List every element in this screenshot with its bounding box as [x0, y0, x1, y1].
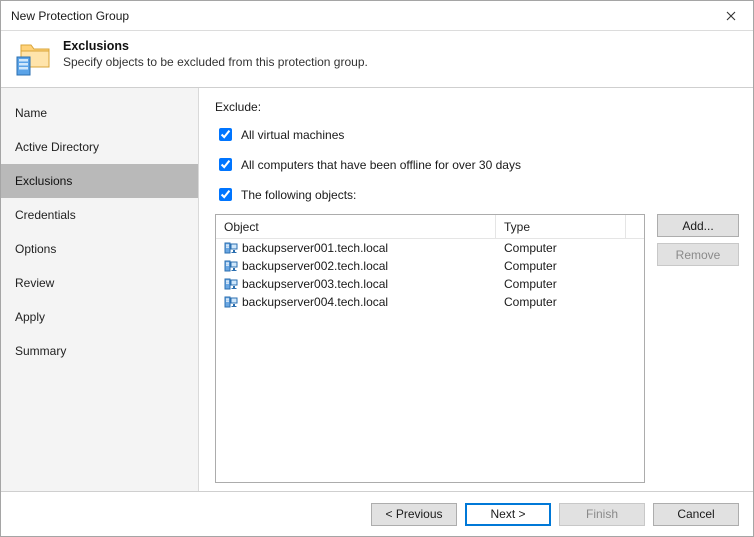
computer-icon: [224, 260, 238, 272]
sidebar-item-name[interactable]: Name: [1, 96, 198, 130]
col-object[interactable]: Object: [216, 215, 496, 238]
checkbox-all-vms[interactable]: All virtual machines: [215, 125, 739, 144]
col-type[interactable]: Type: [496, 215, 626, 238]
computer-icon: [224, 278, 238, 290]
window-title: New Protection Group: [11, 9, 708, 23]
checkbox-objects-input[interactable]: [219, 188, 232, 201]
cell-object: backupserver003.tech.local: [216, 277, 496, 291]
sidebar-item-credentials[interactable]: Credentials: [1, 198, 198, 232]
titlebar: New Protection Group: [1, 1, 753, 31]
folder-server-icon: [15, 39, 53, 77]
close-button[interactable]: [708, 1, 753, 30]
dialog-window: New Protection Group Exclusions Specify …: [0, 0, 754, 537]
exclude-label: Exclude:: [215, 100, 739, 114]
object-name: backupserver003.tech.local: [242, 277, 388, 291]
table-row[interactable]: backupserver002.tech.local Computer: [216, 257, 644, 275]
body: NameActive DirectoryExclusionsCredential…: [1, 88, 753, 491]
header-text: Exclusions Specify objects to be exclude…: [63, 39, 368, 69]
previous-button[interactable]: < Previous: [371, 503, 457, 526]
checkbox-offline-input[interactable]: [219, 158, 232, 171]
footer: < Previous Next > Finish Cancel: [1, 491, 753, 536]
next-button[interactable]: Next >: [465, 503, 551, 526]
header-title: Exclusions: [63, 39, 368, 53]
wizard-steps: NameActive DirectoryExclusionsCredential…: [1, 88, 199, 491]
add-button[interactable]: Add...: [657, 214, 739, 237]
computer-icon: [224, 296, 238, 308]
col-spacer: [626, 215, 644, 238]
close-icon: [726, 11, 736, 21]
table-row[interactable]: backupserver004.tech.local Computer: [216, 293, 644, 311]
sidebar-item-apply[interactable]: Apply: [1, 300, 198, 334]
header: Exclusions Specify objects to be exclude…: [1, 31, 753, 88]
main-panel: Exclude: All virtual machines All comput…: [199, 88, 753, 491]
table-row[interactable]: backupserver001.tech.local Computer: [216, 239, 644, 257]
cell-type: Computer: [496, 295, 626, 309]
header-subtitle: Specify objects to be excluded from this…: [63, 55, 368, 69]
sidebar-item-summary[interactable]: Summary: [1, 334, 198, 368]
grid-header: Object Type: [216, 215, 644, 239]
sidebar-item-exclusions[interactable]: Exclusions: [1, 164, 198, 198]
checkbox-offline-label: All computers that have been offline for…: [241, 158, 521, 172]
sidebar-item-review[interactable]: Review: [1, 266, 198, 300]
table-row[interactable]: backupserver003.tech.local Computer: [216, 275, 644, 293]
objects-area: Object Type backupserver001.tech.local Co…: [215, 214, 739, 483]
cell-object: backupserver004.tech.local: [216, 295, 496, 309]
finish-button: Finish: [559, 503, 645, 526]
checkbox-objects[interactable]: The following objects:: [215, 185, 739, 204]
grid-body[interactable]: backupserver001.tech.localComputerbackup…: [216, 239, 644, 482]
computer-icon: [224, 242, 238, 254]
checkbox-offline[interactable]: All computers that have been offline for…: [215, 155, 739, 174]
object-name: backupserver002.tech.local: [242, 259, 388, 273]
remove-button: Remove: [657, 243, 739, 266]
cell-type: Computer: [496, 259, 626, 273]
checkbox-all-vms-label: All virtual machines: [241, 128, 344, 142]
checkbox-all-vms-input[interactable]: [219, 128, 232, 141]
cell-object: backupserver001.tech.local: [216, 241, 496, 255]
sidebar-item-options[interactable]: Options: [1, 232, 198, 266]
side-buttons: Add... Remove: [657, 214, 739, 483]
objects-grid[interactable]: Object Type backupserver001.tech.local Co…: [215, 214, 645, 483]
cell-object: backupserver002.tech.local: [216, 259, 496, 273]
object-name: backupserver001.tech.local: [242, 241, 388, 255]
cell-type: Computer: [496, 277, 626, 291]
sidebar-item-active-directory[interactable]: Active Directory: [1, 130, 198, 164]
cell-type: Computer: [496, 241, 626, 255]
checkbox-objects-label: The following objects:: [241, 188, 356, 202]
cancel-button[interactable]: Cancel: [653, 503, 739, 526]
object-name: backupserver004.tech.local: [242, 295, 388, 309]
